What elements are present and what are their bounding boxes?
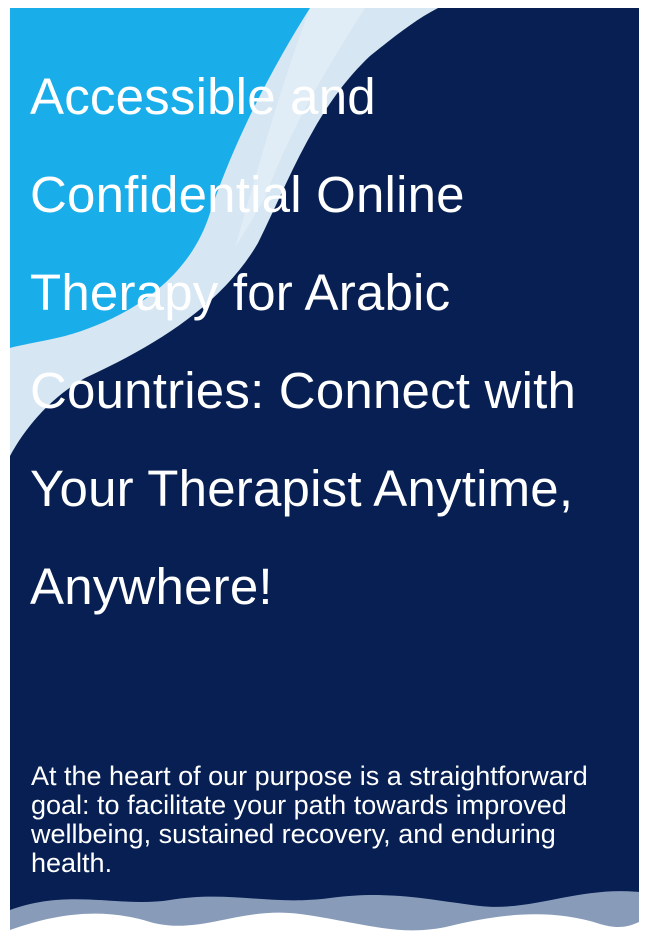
hero-description: At the heart of our purpose is a straigh… [31,761,588,878]
page-frame: Accessible and Confidential Online Thera… [0,0,648,950]
hero-section: Accessible and Confidential Online Thera… [10,8,639,950]
hero-headline: Accessible and Confidential Online Thera… [30,68,577,615]
bottom-wave-decoration [10,891,639,950]
front-wave [10,912,639,950]
